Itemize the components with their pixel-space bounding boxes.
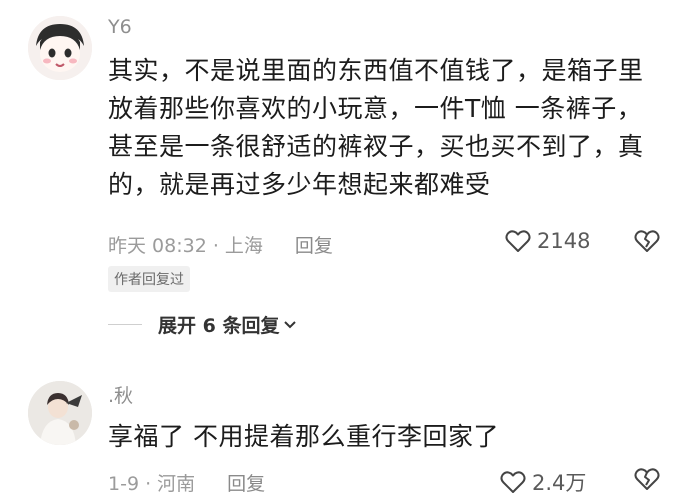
comment-text[interactable]: 其实，不是说里面的东西值不值钱了，是箱子里 放着那些你喜欢的小玩意，一件T恤 一… xyxy=(108,52,668,204)
avatar-illustration-icon xyxy=(28,16,92,80)
comment-line: 放着那些你喜欢的小玩意，一件T恤 一条裤子， xyxy=(108,94,643,123)
comment-meta: 1-9 · 河南 回复 xyxy=(108,469,265,496)
comment-meta: 昨天 08:32 · 上海 回复 xyxy=(108,231,333,258)
comment-text[interactable]: 享福了 不用提着那么重行李回家了 xyxy=(108,418,668,456)
dislike-button[interactable] xyxy=(634,467,660,495)
reply-button[interactable]: 回复 xyxy=(295,231,333,258)
avatar-photo-icon xyxy=(28,381,92,445)
author-replied-badge: 作者回复过 xyxy=(108,266,190,292)
like-count: 2148 xyxy=(537,229,591,253)
time-location: 1-9 · 河南 xyxy=(108,473,196,495)
divider xyxy=(108,324,142,325)
comment-line: 甚至是一条很舒适的裤衩子，买也买不到了，真 xyxy=(108,132,644,161)
dislike-button[interactable] xyxy=(634,229,660,257)
username[interactable]: Y6 xyxy=(108,16,132,38)
comment-line: 其实，不是说里面的东西值不值钱了，是箱子里 xyxy=(108,56,644,85)
reply-button[interactable]: 回复 xyxy=(227,469,265,496)
time-location: 昨天 08:32 · 上海 xyxy=(108,235,263,257)
heart-icon xyxy=(500,471,526,493)
broken-heart-icon xyxy=(634,230,660,252)
like-button[interactable]: 2148 xyxy=(505,229,590,253)
expand-label: 展开 6 条回复 xyxy=(158,315,280,337)
expand-replies-button[interactable]: 展开 6 条回复 xyxy=(108,311,297,338)
comment-line: 享福了 不用提着那么重行李回家了 xyxy=(108,422,499,451)
avatar[interactable] xyxy=(28,381,92,445)
username[interactable]: .秋 xyxy=(108,381,133,408)
chevron-down-icon xyxy=(284,320,297,328)
like-button[interactable]: 2.4万 xyxy=(500,467,586,497)
comment-line: 的，就是再过多少年想起来都难受 xyxy=(108,170,491,199)
avatar[interactable] xyxy=(28,16,92,80)
heart-icon xyxy=(505,230,531,252)
like-count: 2.4万 xyxy=(532,471,587,495)
broken-heart-icon xyxy=(634,468,660,490)
